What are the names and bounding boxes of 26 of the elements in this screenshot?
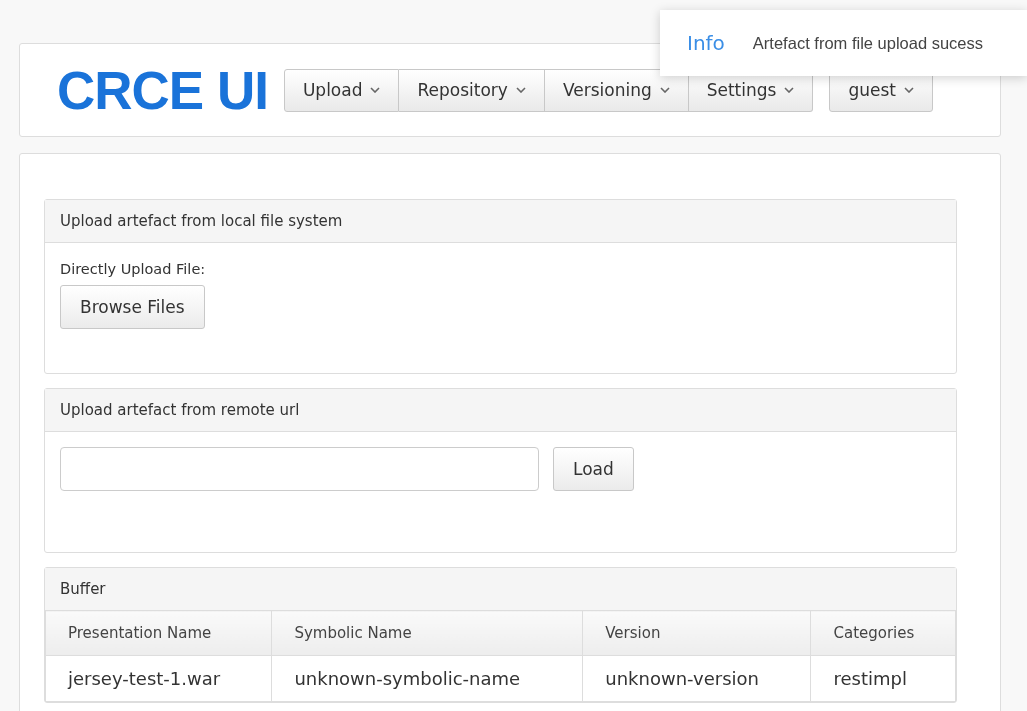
logo: CRCE UI <box>57 59 268 121</box>
chevron-down-icon <box>784 87 795 93</box>
chevron-down-icon <box>904 87 914 93</box>
chevron-down-icon <box>515 87 526 93</box>
load-button[interactable]: Load <box>553 447 634 491</box>
toast-message: Artefact from file upload sucess <box>752 33 984 53</box>
nav-menu-button[interactable]: Repository <box>399 68 545 112</box>
browse-files-button[interactable]: Browse Files <box>60 285 205 329</box>
panel-heading: Upload artefact from remote url <box>45 389 956 432</box>
table-cell: jersey-test-1.war <box>45 655 272 702</box>
url-input-field[interactable] <box>60 447 539 491</box>
column-header: Version <box>582 610 811 656</box>
chevron-down-icon <box>370 87 381 93</box>
table-cell: unknown-version <box>582 655 811 702</box>
table-cell: restimpl <box>810 655 956 702</box>
table-cell: unknown-symbolic-name <box>271 655 583 702</box>
chevron-down-icon <box>659 87 670 93</box>
nav-menu-button[interactable]: Upload <box>283 68 400 112</box>
upload-label: Directly Upload File: <box>60 261 206 277</box>
column-header: Presentation Name <box>45 610 272 656</box>
column-header: Symbolic Name <box>271 610 583 656</box>
nav-menu-button[interactable]: Versioning <box>544 68 689 112</box>
panel-heading: Upload artefact from local file system <box>45 200 956 243</box>
toast-title: Info <box>687 31 725 55</box>
column-header: Categories <box>810 610 956 656</box>
panel-heading: Buffer <box>45 568 956 610</box>
